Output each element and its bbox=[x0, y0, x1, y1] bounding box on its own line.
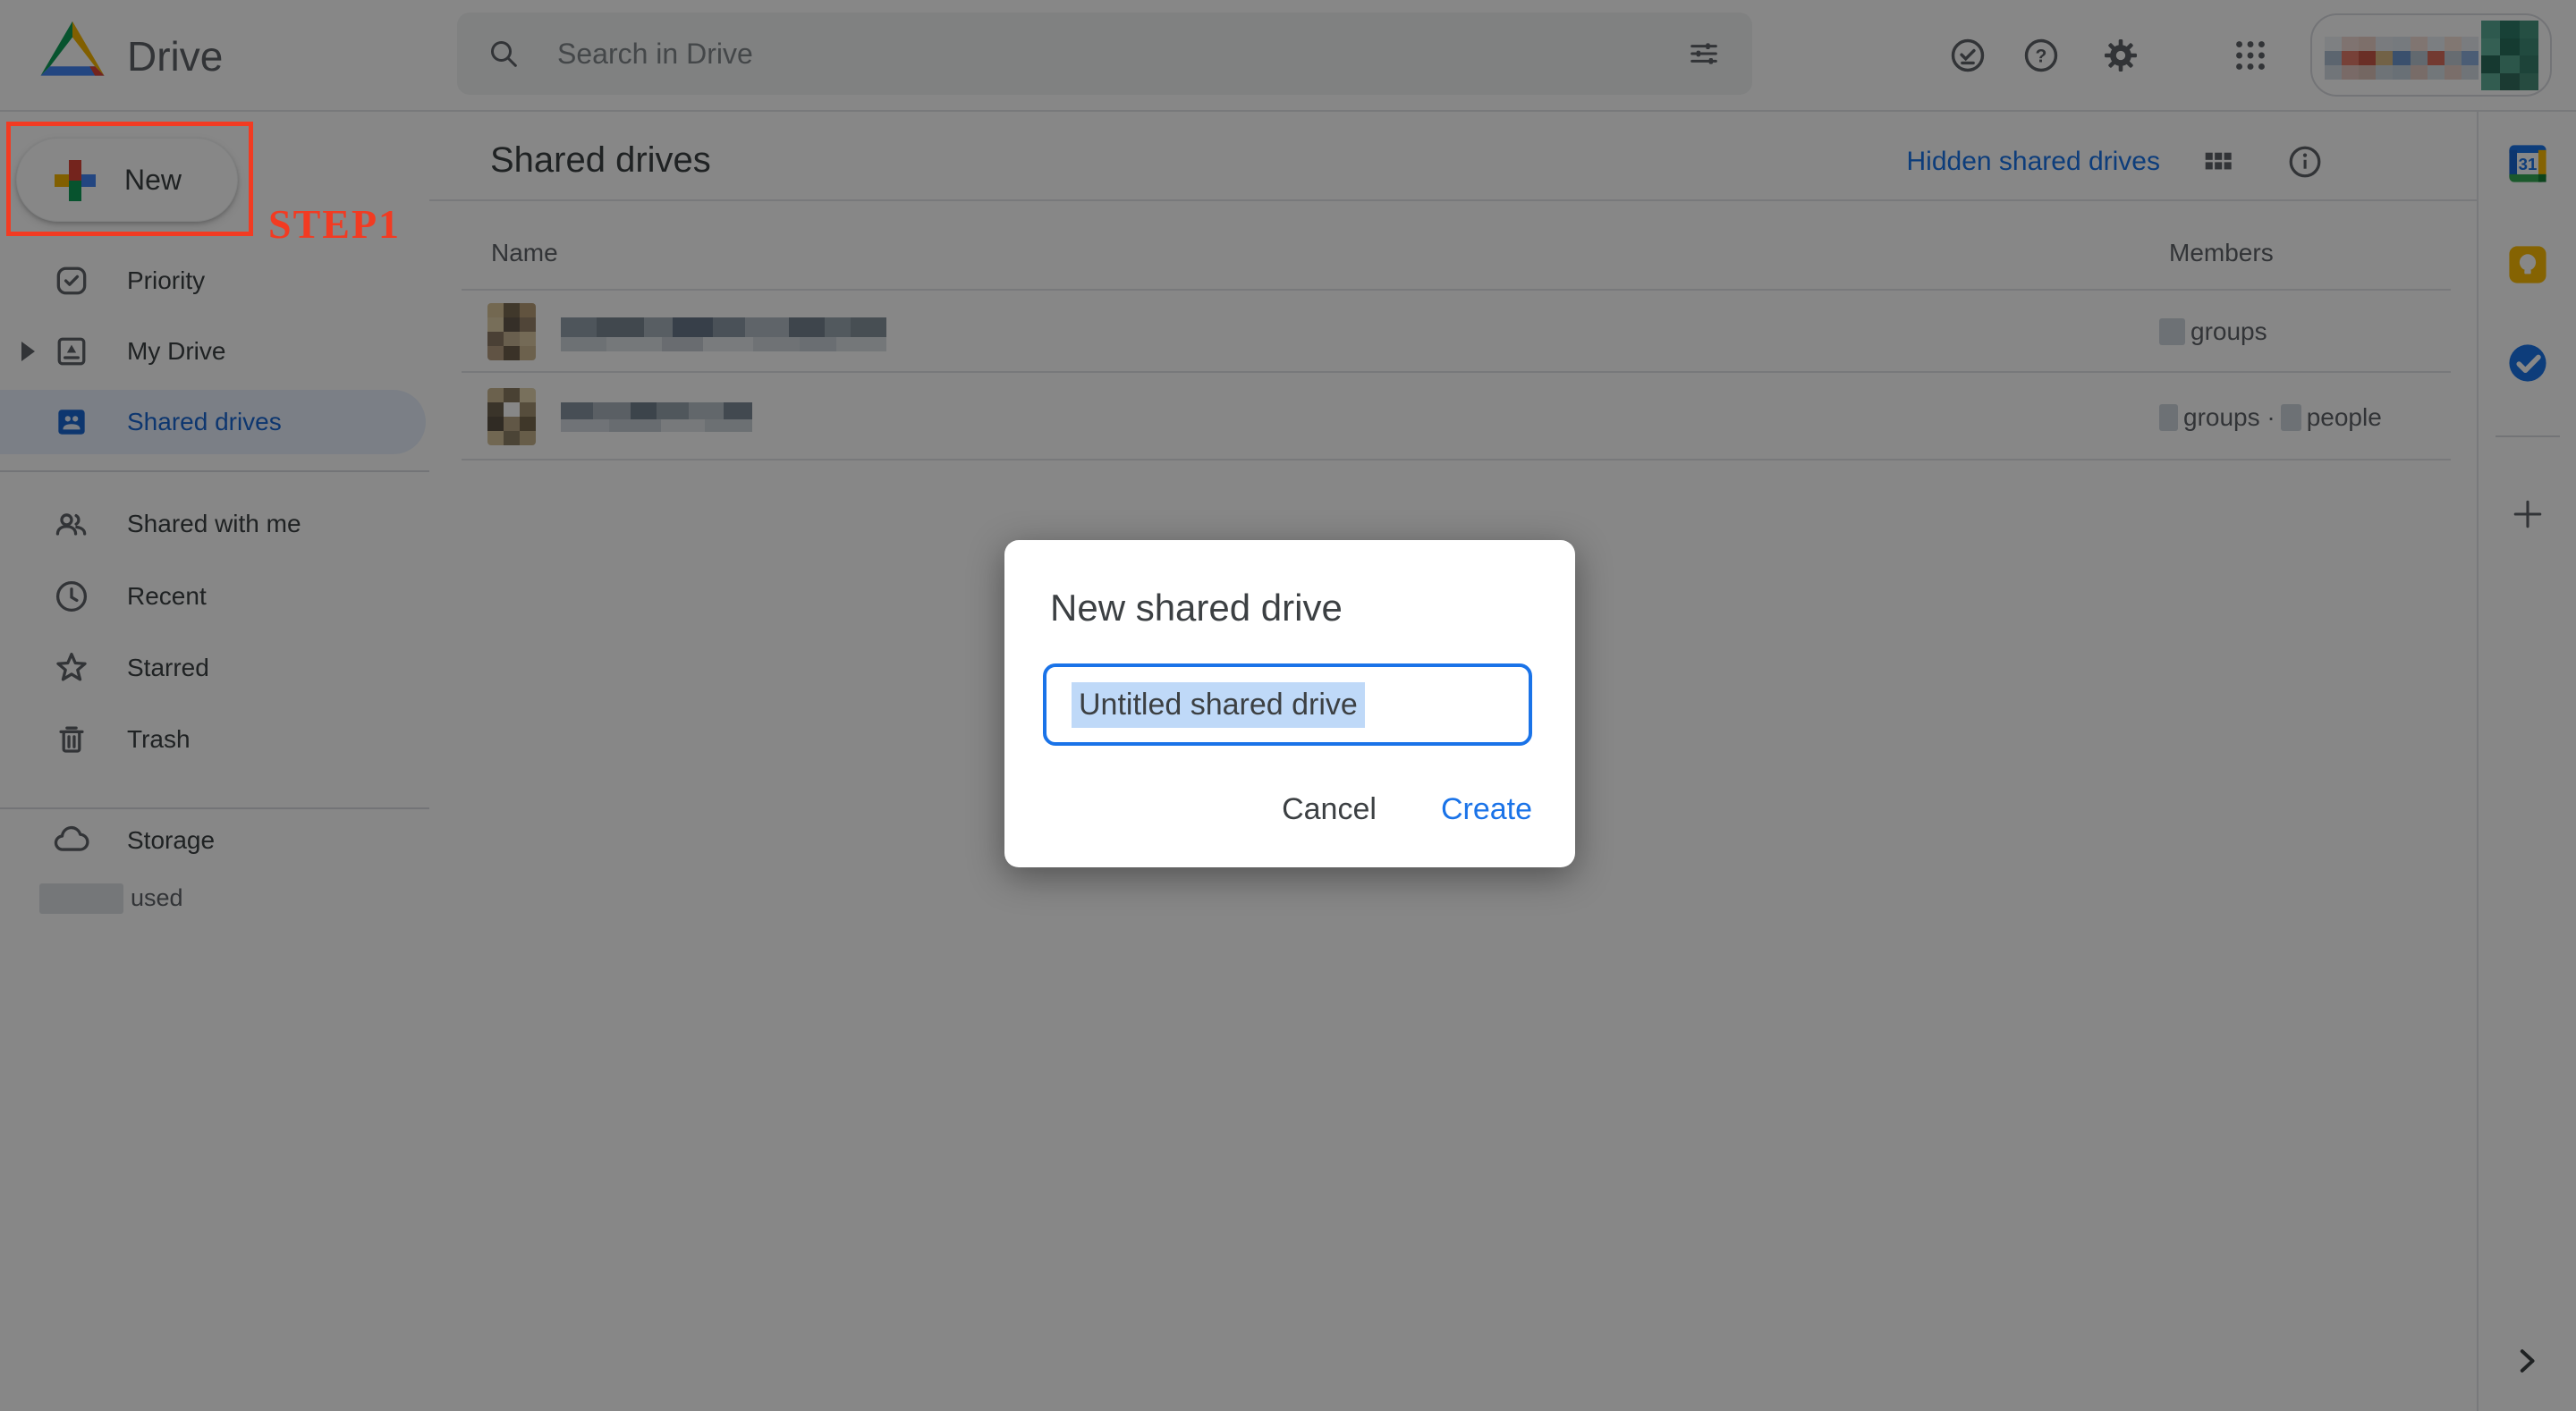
google-drive-app: Drive Search in Drive bbox=[0, 0, 2576, 1411]
drive-name-input-value: Untitled shared drive bbox=[1072, 682, 1365, 728]
drive-name-input[interactable]: Untitled shared drive bbox=[1043, 663, 1532, 746]
step1-label: STEP1 bbox=[268, 200, 401, 248]
step1-highlight-rectangle bbox=[6, 122, 253, 236]
dialog-actions: Cancel Create bbox=[1282, 792, 1532, 827]
cancel-button[interactable]: Cancel bbox=[1282, 792, 1377, 827]
dialog-title: New shared drive bbox=[1050, 587, 1343, 629]
new-shared-drive-dialog: New shared drive Untitled shared drive C… bbox=[1004, 540, 1575, 867]
create-button[interactable]: Create bbox=[1441, 792, 1532, 827]
